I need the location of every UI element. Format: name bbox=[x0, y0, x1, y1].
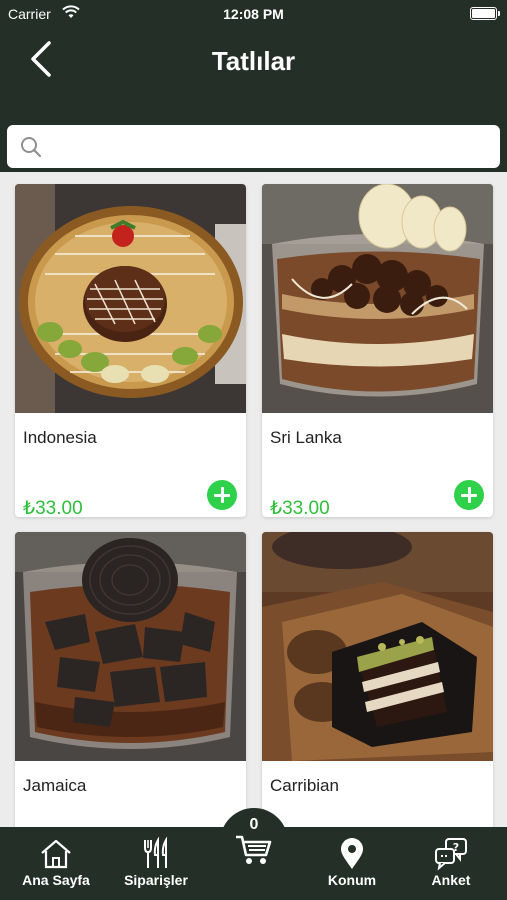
product-card[interactable]: Jamaica bbox=[15, 532, 246, 827]
product-image bbox=[262, 184, 493, 413]
search-input[interactable] bbox=[51, 125, 491, 168]
search-bar[interactable] bbox=[7, 125, 500, 168]
product-image bbox=[15, 532, 246, 761]
tab-label: Konum bbox=[327, 872, 377, 888]
clock: 12:08 PM bbox=[223, 6, 284, 22]
product-price: ₺33.00 bbox=[23, 498, 83, 517]
add-to-cart-button[interactable] bbox=[454, 480, 484, 510]
product-name: Jamaica bbox=[23, 776, 87, 795]
product-card[interactable]: Indonesia ₺33.00 bbox=[15, 184, 246, 517]
product-name: Carribian bbox=[270, 776, 339, 795]
shopping-cart-icon bbox=[236, 835, 272, 864]
tab-label: Anket bbox=[431, 872, 471, 888]
product-grid: Indonesia ₺33.00 Sri Lanka ₺33.00 Jamaic… bbox=[0, 172, 507, 827]
cart-button[interactable]: 0 bbox=[220, 808, 288, 876]
location-pin-icon bbox=[341, 838, 363, 869]
product-card[interactable]: Sri Lanka ₺33.00 bbox=[262, 184, 493, 517]
tab-anket[interactable]: ? Anket bbox=[405, 827, 497, 900]
fork-knife-icon bbox=[144, 837, 167, 868]
product-image bbox=[262, 532, 493, 761]
product-card[interactable]: Carribian bbox=[262, 532, 493, 827]
home-icon bbox=[41, 839, 71, 869]
tab-label: Siparişler bbox=[124, 872, 188, 888]
tab-label: Ana Sayfa bbox=[22, 872, 90, 888]
product-name: Sri Lanka bbox=[270, 428, 342, 447]
product-image bbox=[15, 184, 246, 413]
search-icon bbox=[21, 137, 42, 158]
status-bar: Carrier 12:08 PM bbox=[0, 0, 507, 28]
cart-count: 0 bbox=[249, 816, 259, 833]
page-title: Tatlılar bbox=[211, 46, 296, 76]
tab-ana-sayfa[interactable]: Ana Sayfa bbox=[10, 827, 102, 900]
chat-question-icon: ? bbox=[435, 838, 467, 871]
tab-konum[interactable]: Konum bbox=[306, 827, 398, 900]
header: Carrier 12:08 PM Tatlılar bbox=[0, 0, 507, 172]
battery-icon bbox=[470, 7, 500, 20]
product-price: ₺33.00 bbox=[270, 498, 330, 517]
product-name: Indonesia bbox=[23, 428, 97, 447]
tab-siparisler[interactable]: Siparişler bbox=[110, 827, 202, 900]
add-to-cart-button[interactable] bbox=[207, 480, 237, 510]
